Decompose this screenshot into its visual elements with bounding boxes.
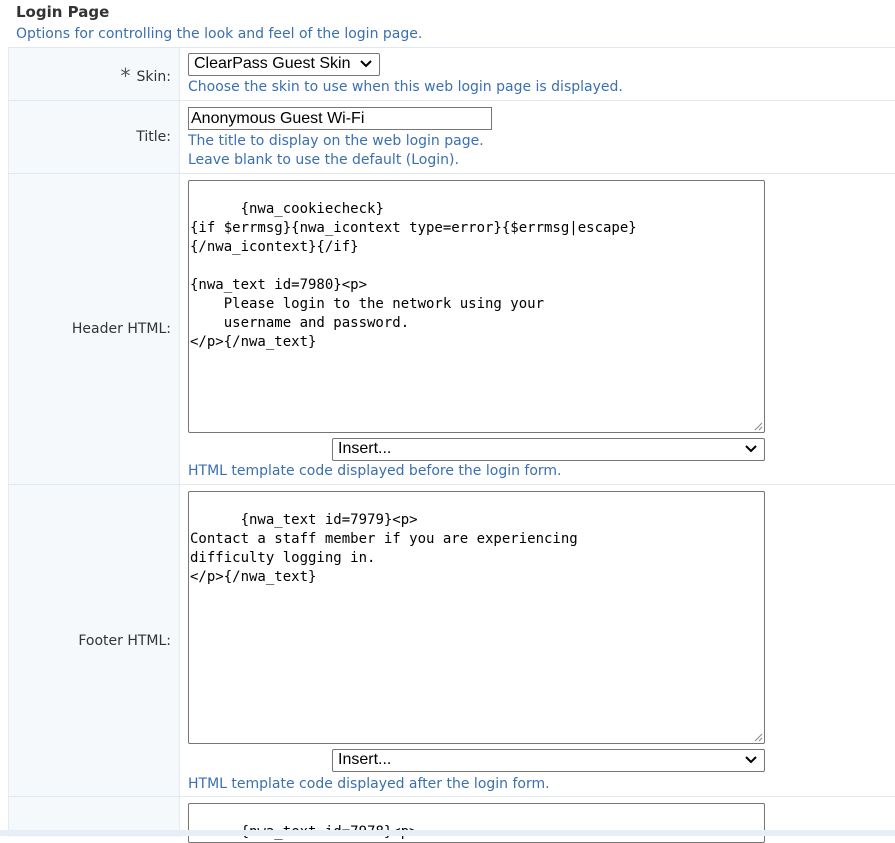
footer-html-label: Footer HTML: bbox=[78, 633, 171, 649]
footer-insert-select[interactable]: Insert... bbox=[332, 749, 765, 772]
skin-label-cell: *Skin: bbox=[8, 48, 180, 101]
bottom-scroll-bar bbox=[0, 830, 895, 836]
header-insert-select[interactable]: Insert... bbox=[332, 438, 765, 461]
title-label-cell: Title: bbox=[8, 101, 180, 174]
header-insert-value: Insert... bbox=[338, 440, 391, 457]
login-message-textarea[interactable]: {nwa_text id=7978}<p> Logging in, please… bbox=[188, 803, 765, 843]
title-row: Title: The title to display on the web l… bbox=[8, 100, 895, 174]
chevron-down-icon bbox=[744, 442, 758, 456]
title-label: Title: bbox=[136, 129, 171, 145]
header-html-field-cell: {nwa_cookiecheck} {if $errmsg}{nwa_icont… bbox=[188, 174, 895, 485]
header-html-label: Header HTML: bbox=[72, 321, 171, 337]
resize-grip-icon[interactable] bbox=[752, 731, 763, 742]
header-html-hint: HTML template code displayed before the … bbox=[188, 462, 562, 481]
skin-label: *Skin: bbox=[121, 62, 171, 86]
skin-row: *Skin: ClearPass Guest Skin Choose the s… bbox=[8, 47, 895, 101]
footer-html-field-cell: {nwa_text id=7979}<p> Contact a staff me… bbox=[188, 485, 895, 797]
section-subtitle: Options for controlling the look and fee… bbox=[16, 25, 422, 43]
skin-field-cell: ClearPass Guest Skin Choose the skin to … bbox=[188, 48, 895, 101]
chevron-down-icon bbox=[744, 753, 758, 767]
section-title: Login Page bbox=[16, 3, 422, 21]
footer-html-label-cell: Footer HTML: bbox=[8, 485, 180, 797]
section-header: Login Page Options for controlling the l… bbox=[16, 3, 422, 43]
skin-select-value: ClearPass Guest Skin bbox=[194, 55, 351, 72]
title-hint: The title to display on the web login pa… bbox=[188, 132, 484, 151]
title-hint-default: Leave blank to use the default (Login). bbox=[188, 151, 459, 170]
footer-html-hint: HTML template code displayed after the l… bbox=[188, 775, 550, 794]
footer-html-row: Footer HTML: {nwa_text id=7979}<p> Conta… bbox=[8, 484, 895, 797]
skin-select[interactable]: ClearPass Guest Skin bbox=[188, 53, 380, 76]
skin-hint: Choose the skin to use when this web log… bbox=[188, 78, 623, 97]
header-html-textarea[interactable]: {nwa_cookiecheck} {if $errmsg}{nwa_icont… bbox=[188, 180, 765, 433]
header-html-label-cell: Header HTML: bbox=[8, 174, 180, 485]
footer-html-textarea[interactable]: {nwa_text id=7979}<p> Contact a staff me… bbox=[188, 491, 765, 744]
title-input[interactable] bbox=[188, 107, 492, 130]
resize-grip-icon[interactable] bbox=[752, 420, 763, 431]
footer-insert-value: Insert... bbox=[338, 751, 391, 768]
title-field-cell: The title to display on the web login pa… bbox=[188, 101, 895, 174]
header-html-row: Header HTML: {nwa_cookiecheck} {if $errm… bbox=[8, 173, 895, 485]
required-mark: * bbox=[121, 64, 131, 88]
chevron-down-icon bbox=[359, 57, 373, 71]
